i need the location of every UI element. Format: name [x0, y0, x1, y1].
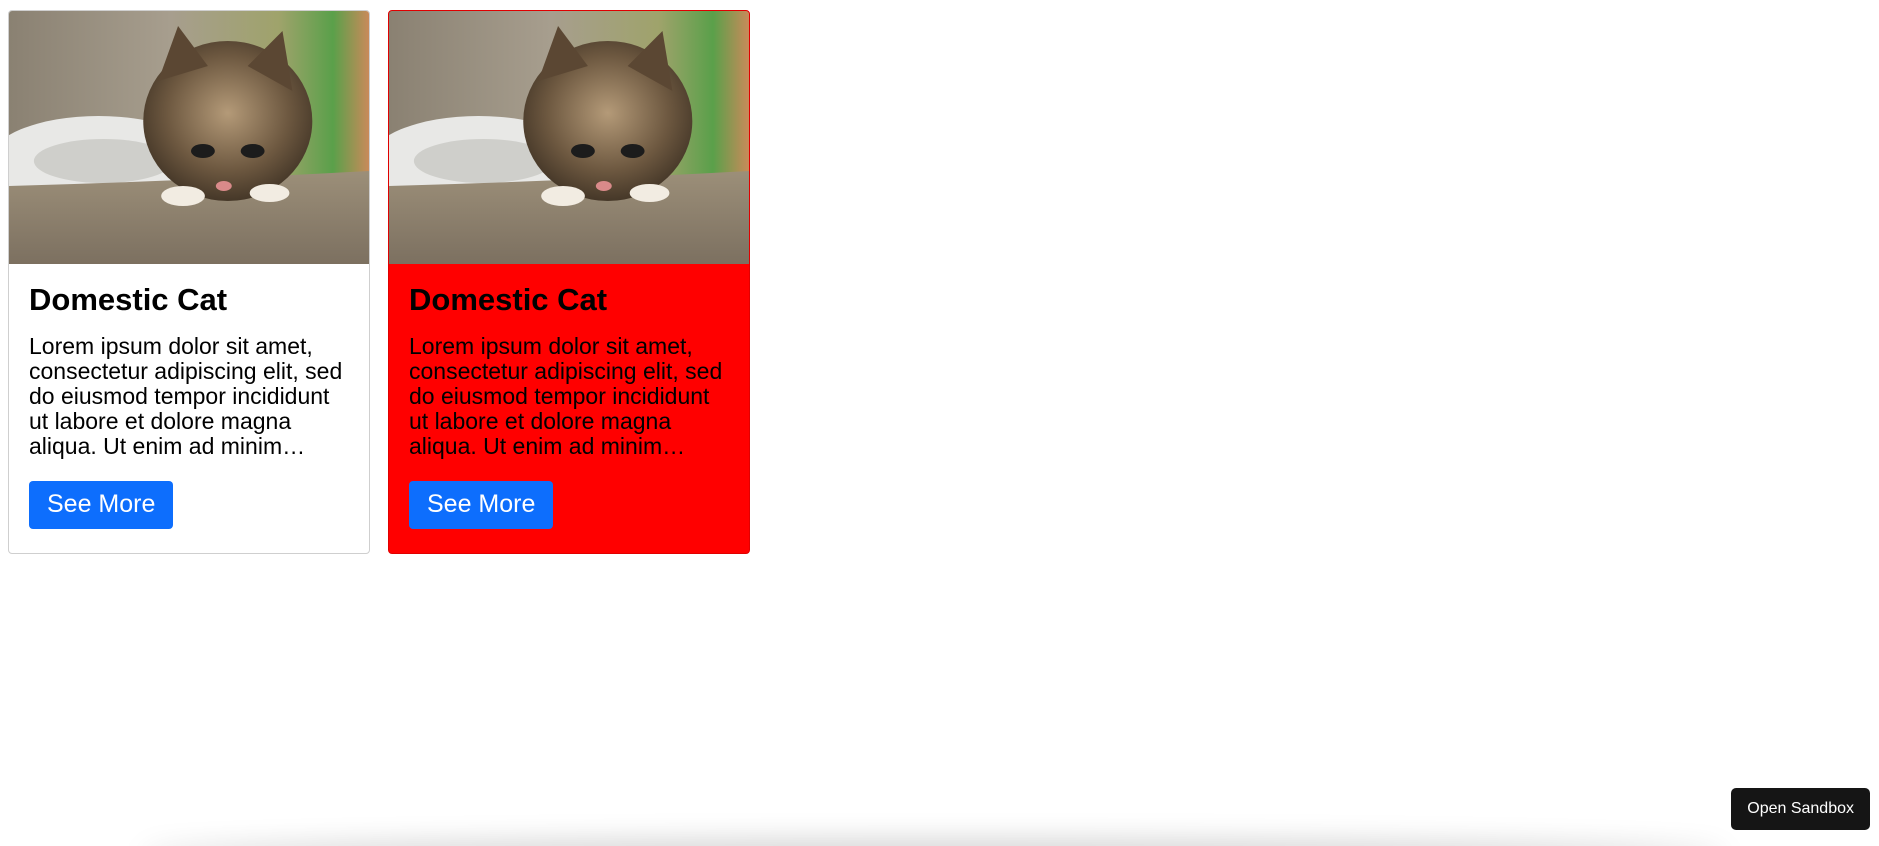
kitten-image — [9, 11, 369, 264]
kitten-image — [389, 11, 749, 264]
card-description: Lorem ipsum dolor sit amet, consectetur … — [409, 333, 723, 459]
see-more-button[interactable]: See More — [29, 480, 174, 529]
card-body: Domestic Cat Lorem ipsum dolor sit amet,… — [9, 264, 369, 529]
open-sandbox-button[interactable]: Open Sandbox — [1731, 788, 1870, 830]
card-body: Domestic Cat Lorem ipsum dolor sit amet,… — [389, 264, 749, 529]
page: Domestic Cat Lorem ipsum dolor sit amet,… — [0, 0, 1879, 846]
card-list: Domestic Cat Lorem ipsum dolor sit amet,… — [8, 10, 750, 554]
see-more-button[interactable]: See More — [409, 480, 554, 529]
card-description: Lorem ipsum dolor sit amet, consectetur … — [29, 333, 343, 459]
card-domestic-cat: Domestic Cat Lorem ipsum dolor sit amet,… — [8, 10, 370, 554]
card-title: Domestic Cat — [409, 282, 608, 317]
card-title: Domestic Cat — [29, 282, 228, 317]
card-domestic-cat-highlighted: Domestic Cat Lorem ipsum dolor sit amet,… — [388, 10, 750, 554]
